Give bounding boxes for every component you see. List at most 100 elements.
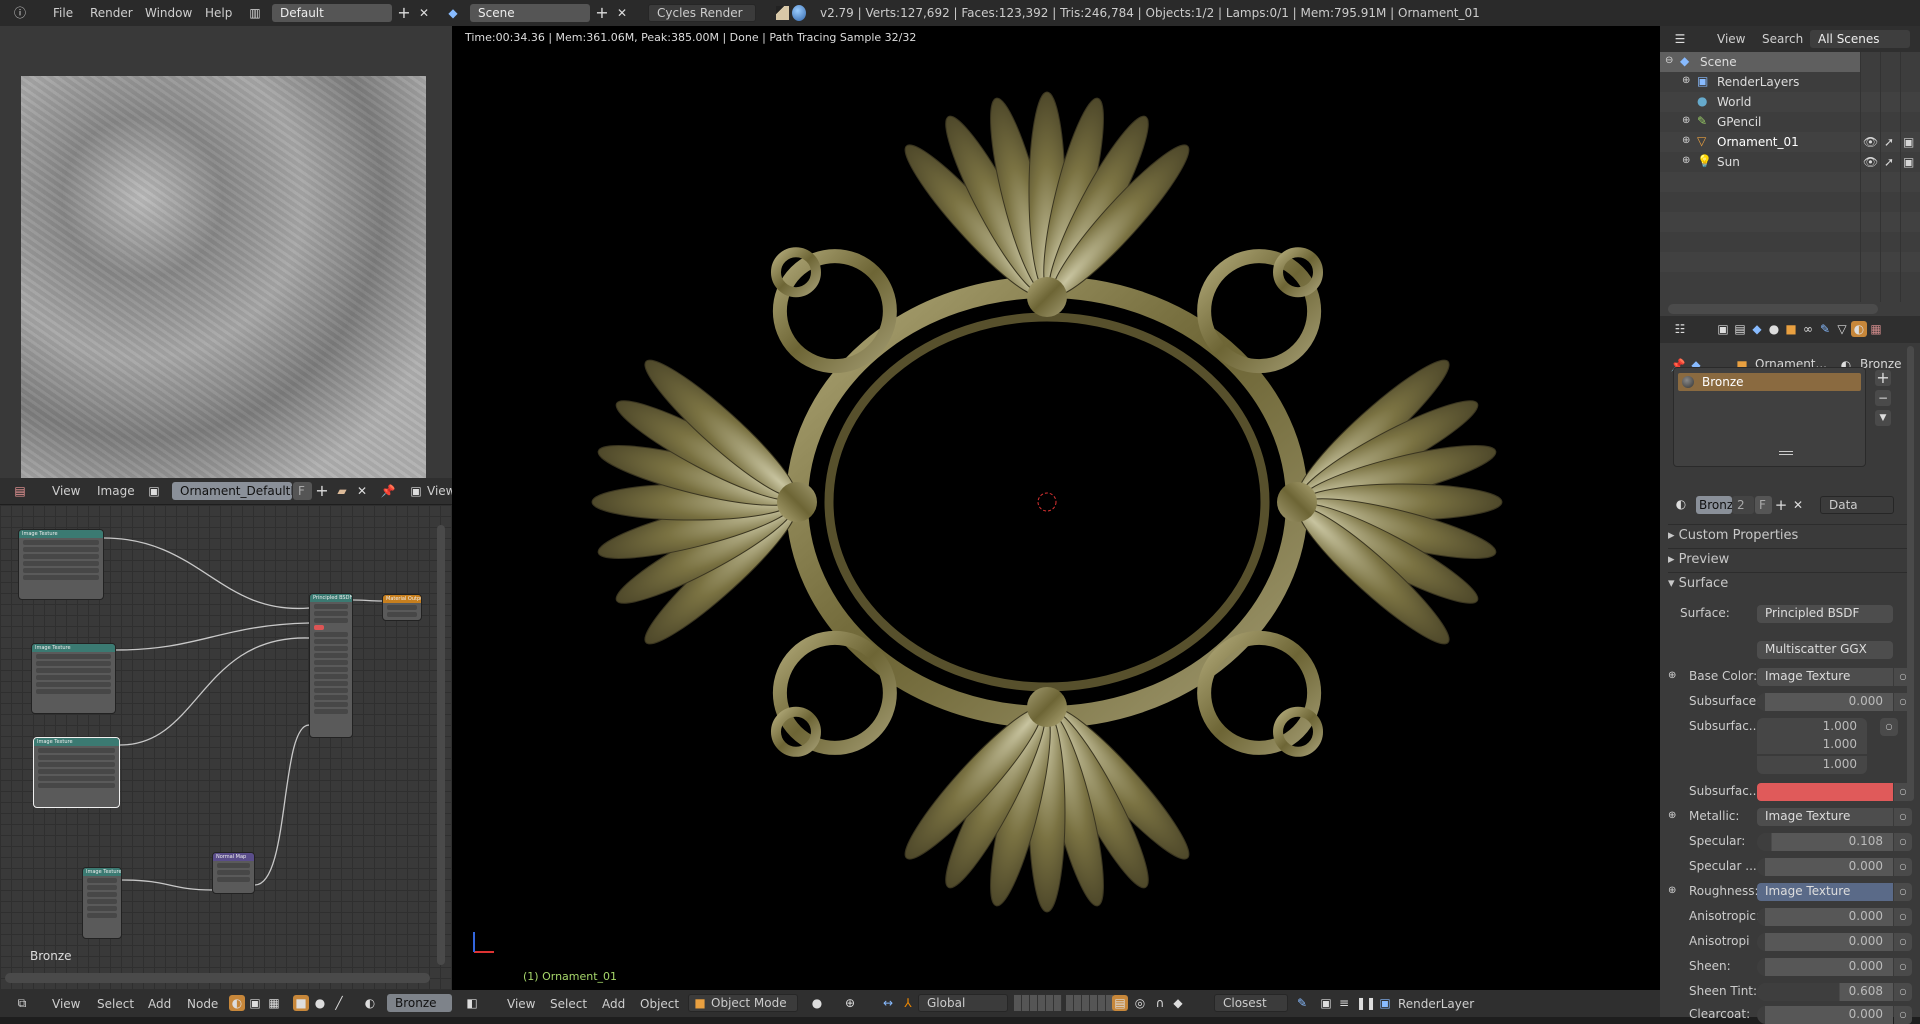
horizontal-scrollbar[interactable]	[5, 973, 430, 983]
slider-field[interactable]: 0.000	[1757, 958, 1893, 976]
socket-link-button[interactable]: ○	[1880, 718, 1898, 736]
screen-layout-icon[interactable]: ▥	[247, 5, 263, 21]
list-resize-handle[interactable]	[1779, 451, 1793, 455]
outliner-item-label[interactable]: Sun	[1717, 155, 1740, 169]
menu-add[interactable]: Add	[148, 997, 171, 1011]
proportional-edit-icon[interactable]: ◎	[1132, 995, 1148, 1011]
eye-icon[interactable]: 👁	[1863, 135, 1878, 149]
layers-grid-1[interactable]	[1014, 995, 1062, 1011]
color-swatch[interactable]	[1757, 783, 1893, 801]
remove-slot-button[interactable]: −	[1875, 390, 1891, 406]
expand-toggle-icon[interactable]: ⊕	[1682, 75, 1690, 86]
expand-link-icon[interactable]: ⊕	[1668, 885, 1676, 896]
scene-icon[interactable]: ◆	[445, 5, 461, 21]
add-layout-button[interactable]: +	[396, 5, 412, 21]
slider-field[interactable]: 0.000	[1757, 908, 1893, 926]
image-name-field[interactable]: Ornament_DefaultM...	[172, 482, 292, 500]
menu-view[interactable]: View	[507, 997, 535, 1011]
image-editor[interactable]	[0, 26, 452, 481]
tab-render-layers[interactable]: ▤	[1732, 321, 1748, 337]
properties-editor[interactable]: ☷ ▣ ▤ ◆ ● ■ ∞ ✎ ▽ ◐ ▦ 📌 ◆ ■ Ornament... …	[1660, 316, 1920, 1024]
properties-scrollbar[interactable]	[1907, 346, 1914, 801]
linked-input-field[interactable]: Image Texture	[1757, 668, 1893, 686]
normal-map-node[interactable]: Normal Map	[212, 852, 255, 894]
socket-link-button[interactable]: ○	[1894, 1006, 1912, 1024]
render-camera-icon[interactable]: ▣	[1903, 135, 1914, 149]
tab-data[interactable]: ▽	[1834, 321, 1850, 337]
panel-custom-properties[interactable]: ▸ Custom Properties	[1668, 524, 1908, 546]
world-sphere-icon[interactable]	[792, 5, 806, 21]
image-texture-node[interactable]: Image Texture	[18, 529, 104, 600]
tab-scene[interactable]: ◆	[1749, 321, 1765, 337]
outliner-type-icon[interactable]: ☰	[1672, 31, 1688, 47]
object-shader-icon[interactable]: ■	[293, 995, 309, 1011]
delete-layout-button[interactable]: ✕	[416, 5, 432, 21]
pack-image-icon[interactable]: ▰	[334, 483, 350, 499]
image-browse-icon[interactable]: ▣	[146, 483, 162, 499]
render-still-icon[interactable]: ▣	[1318, 995, 1334, 1011]
node-editor-type-icon[interactable]: ⧉	[14, 995, 30, 1011]
render-engine-select[interactable]: Cycles Render	[648, 4, 756, 22]
info-editor-icon[interactable]: ⓘ	[12, 5, 28, 21]
outliner-item[interactable]: ● World	[1660, 92, 1920, 112]
vector-component-field[interactable]: 1.000	[1757, 718, 1867, 736]
material-name-field[interactable]: Bronz	[1696, 496, 1732, 514]
expand-toggle-icon[interactable]: ⊕	[1682, 135, 1690, 146]
snap-icon[interactable]: ∩	[1152, 995, 1168, 1011]
outliner-item[interactable]: ⊖ ◆ Scene	[1660, 52, 1860, 72]
world-shader-icon[interactable]: ●	[312, 995, 328, 1011]
compositing-nodes-icon[interactable]: ▣	[247, 995, 263, 1011]
layers-grid-2[interactable]	[1066, 995, 1114, 1011]
layout-field[interactable]: Default	[272, 4, 392, 22]
vector-component-field[interactable]: 1.000	[1757, 756, 1867, 774]
socket-link-button[interactable]: ○	[1894, 833, 1912, 851]
outliner-item[interactable]: ⊕ 💡 Sun 👁 ➚ ▣	[1660, 152, 1920, 172]
menu-search[interactable]: Search	[1762, 32, 1803, 46]
3d-viewport[interactable]: Time:00:34.36 | Mem:361.06M, Peak:385.00…	[452, 26, 1660, 990]
distribution-select[interactable]: Multiscatter GGX	[1757, 641, 1893, 659]
select-arrow-icon[interactable]: ➚	[1884, 135, 1894, 149]
expand-toggle-icon[interactable]: ⊕	[1682, 155, 1690, 166]
material-slot-list[interactable]: Bronze	[1673, 367, 1866, 467]
material-browse-icon[interactable]: ◐	[362, 995, 378, 1011]
properties-type-icon[interactable]: ☷	[1672, 321, 1688, 337]
pin-icon[interactable]: 📌	[380, 483, 396, 499]
menu-image[interactable]: Image	[97, 484, 135, 498]
outliner-item-label[interactable]: World	[1717, 95, 1751, 109]
link-select[interactable]: Data	[1820, 496, 1894, 514]
material-slot-item[interactable]: Bronze	[1678, 373, 1861, 391]
node-editor[interactable]: Image Texture Image Texture Image Textur…	[0, 505, 452, 990]
principled-bsdf-node[interactable]: Principled BSDF	[309, 593, 353, 738]
menu-view[interactable]: View	[52, 484, 80, 498]
snap-element-icon[interactable]: ◆	[1170, 995, 1186, 1011]
slider-field[interactable]: 0.000	[1757, 933, 1893, 951]
outliner-item[interactable]: ⊕ ✎ GPencil	[1660, 112, 1920, 132]
display-mode-select[interactable]: All Scenes	[1810, 30, 1910, 48]
add-scene-button[interactable]: +	[594, 5, 610, 21]
expand-link-icon[interactable]: ⊕	[1668, 810, 1676, 821]
viewport-type-icon[interactable]: ◧	[464, 995, 480, 1011]
socket-link-button[interactable]: ○	[1894, 858, 1912, 876]
menu-node[interactable]: Node	[187, 997, 218, 1011]
outliner-item-label[interactable]: Scene	[1700, 55, 1737, 69]
render-camera-icon[interactable]: ▣	[1903, 155, 1914, 169]
new-material-button[interactable]: +	[1773, 497, 1789, 513]
vector-component-field[interactable]: 1.000	[1757, 736, 1867, 754]
menu-object[interactable]: Object	[640, 997, 679, 1011]
vertical-scrollbar[interactable]	[437, 525, 445, 965]
image-editor-type-icon[interactable]: ▤	[12, 483, 28, 499]
panel-surface[interactable]: ▾ Surface	[1668, 572, 1908, 594]
socket-link-button[interactable]: ○	[1894, 983, 1912, 1001]
slider-field[interactable]: 0.000	[1757, 1006, 1893, 1024]
add-slot-button[interactable]: +	[1875, 370, 1891, 386]
line-style-icon[interactable]: ╱	[331, 995, 347, 1011]
menu-file[interactable]: File	[53, 6, 73, 20]
horizontal-scrollbar[interactable]	[1668, 304, 1878, 314]
socket-link-button[interactable]: ○	[1894, 908, 1912, 926]
menu-view[interactable]: View	[52, 997, 80, 1011]
slider-field[interactable]: 0.608	[1757, 983, 1893, 1001]
menu-help[interactable]: Help	[205, 6, 232, 20]
slider-field[interactable]: 0.000	[1757, 693, 1893, 711]
material-browse-icon[interactable]: ◐	[1673, 496, 1689, 512]
tab-world[interactable]: ●	[1766, 321, 1782, 337]
